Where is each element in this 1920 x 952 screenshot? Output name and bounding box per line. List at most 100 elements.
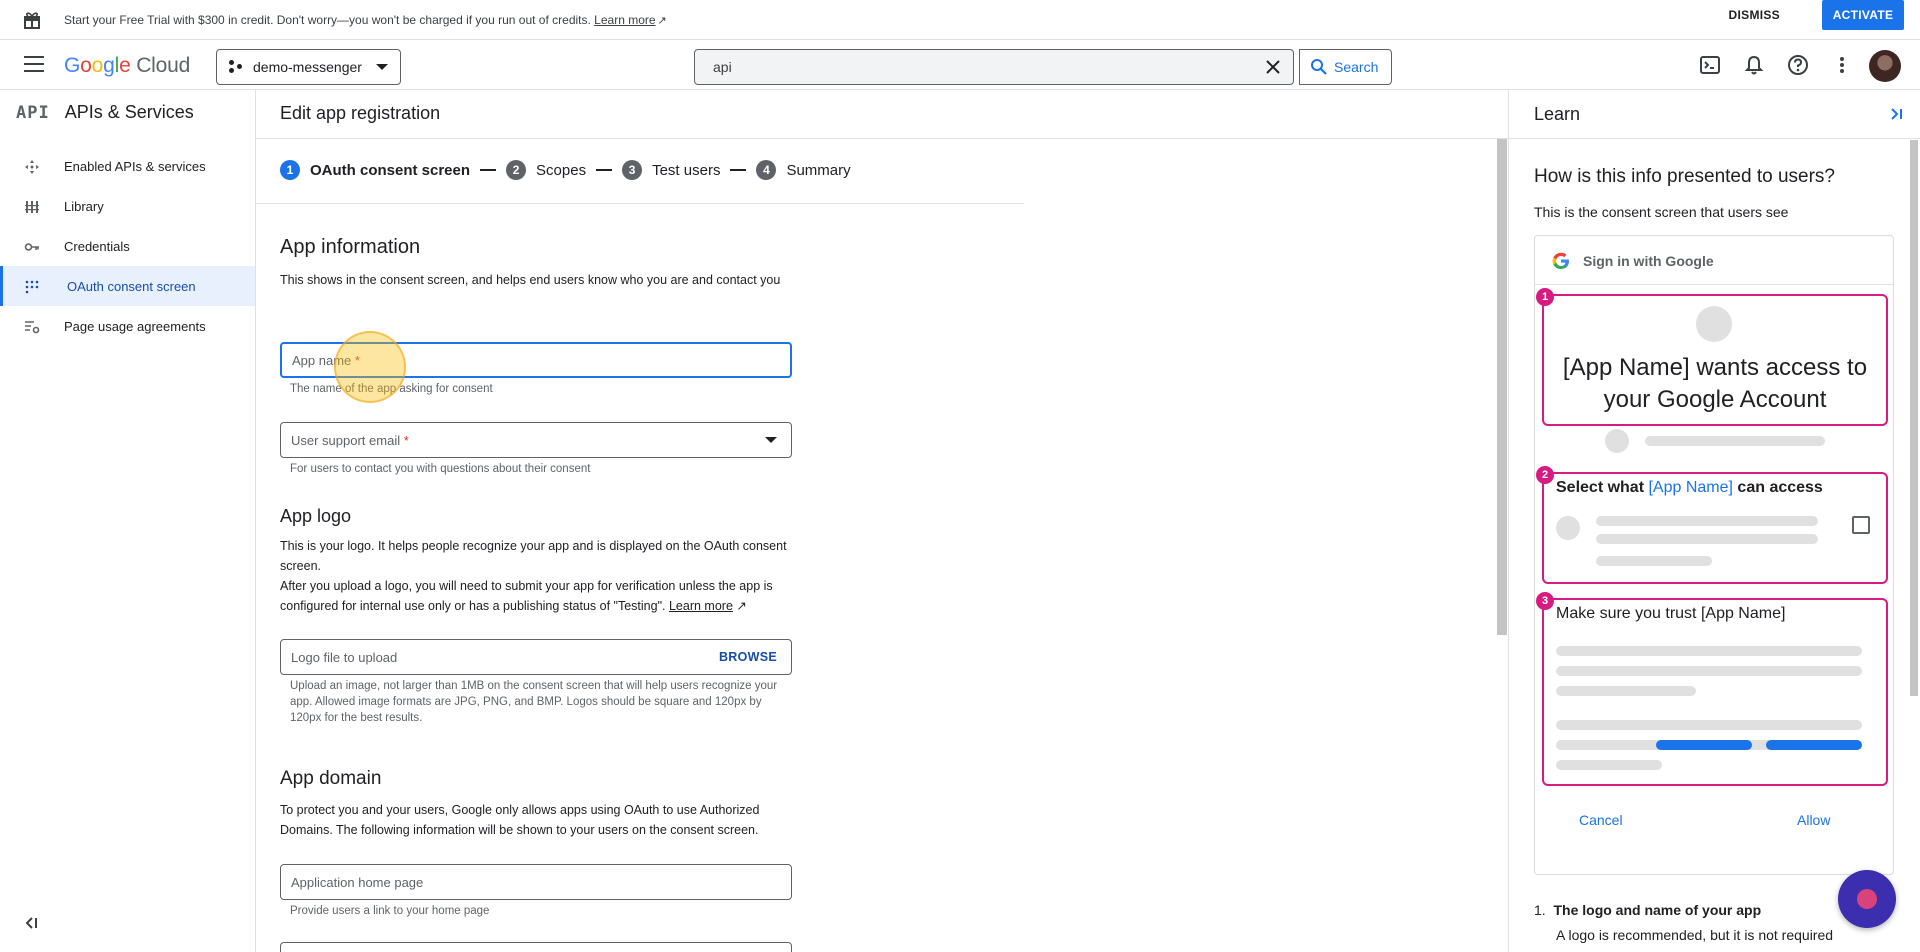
email-helper: For users to contact you with questions … [290,463,591,475]
sidebar-item-page-usage[interactable]: Page usage agreements [0,306,255,346]
search-input[interactable]: api [694,49,1294,85]
preview-cancel-button: Cancel [1579,812,1623,828]
placeholder-icon [1556,516,1580,540]
logo-google-text: Google [64,54,131,77]
preview-divider [1535,284,1893,285]
main-scrollbar[interactable] [1497,139,1507,635]
learn-scrollbar[interactable] [1910,140,1918,696]
placeholder-line [1556,720,1862,730]
placeholder-line [1556,646,1862,656]
learn-heading: How is this info presented to users? [1534,166,1835,187]
sidebar-item-label: Library [64,198,104,214]
dismiss-button[interactable]: DISMISS [1729,0,1780,30]
placeholder-line [1596,556,1712,566]
badge-3: 3 [1536,592,1554,610]
learn-panel-title: Learn [1534,104,1581,124]
notifications-icon[interactable] [1743,54,1765,76]
logo-helper: Upload an image, not larger than 1MB on … [290,680,778,724]
step-3-number: 3 [622,160,643,180]
app-logo-desc: This is your logo. It helps people recog… [280,539,787,613]
banner-learn-more-link[interactable]: Learn more [594,13,655,27]
placeholder-logo [1696,306,1732,342]
sidebar-item-label: Enabled APIs & services [64,158,206,174]
project-icon [229,60,243,74]
step-1-number: 1 [280,160,300,180]
scope-checkbox [1852,516,1870,534]
assistant-fab-button[interactable] [1838,870,1896,928]
search-button[interactable]: Search [1299,49,1392,85]
search-value: api [713,59,732,75]
app-domain-heading: App domain [280,768,382,789]
step-test-users[interactable]: Test users [652,162,720,179]
placeholder-line [1556,666,1862,676]
clear-search-icon[interactable] [1263,57,1283,77]
user-support-email-dropdown[interactable]: User support email * [280,422,792,458]
search-icon [1311,59,1327,75]
placeholder-line [1645,436,1825,446]
sidebar-item-enabled-apis[interactable]: Enabled APIs & services [0,146,255,186]
external-link-icon: ↗ [732,599,747,613]
click-indicator [334,331,406,403]
collapse-sidebar-icon[interactable] [22,914,40,932]
more-vert-icon[interactable] [1831,54,1853,76]
browse-button[interactable]: BROWSE [719,650,777,664]
application-home-page-field[interactable]: Application home page [280,864,792,900]
trust-title: Make sure you trust [App Name] [1556,605,1786,622]
step-2-number: 2 [506,160,527,180]
avatar[interactable] [1869,50,1901,82]
step-summary[interactable]: Summary [786,162,850,179]
placeholder-line [1596,516,1818,526]
logo-learn-more-link[interactable]: Learn more [669,599,733,613]
learn-divider [1509,138,1920,139]
placeholder-link [1656,740,1752,750]
highlight-box-3: 3 Make sure you trust [App Name] [1536,592,1888,786]
sidebar-item-oauth-consent[interactable]: OAuth consent screen [0,266,255,306]
search-button-label: Search [1334,59,1379,75]
app-logo-heading: App logo [280,506,352,526]
consent-screen-preview: Sign in with Google 1 [App Name] wants a… [1534,235,1894,875]
sidebar-item-label: Page usage agreements [64,318,206,334]
free-trial-banner: Start your Free Trial with $300 in credi… [0,0,1920,40]
sidebar-item-credentials[interactable]: Credentials [0,226,255,266]
app-domain-desc: To protect you and your users, Google on… [280,803,760,837]
next-field[interactable] [280,942,792,952]
stepper-divider [256,203,1024,204]
list-item-desc: A logo is recommended, but it is not req… [1556,927,1834,943]
home-page-placeholder: Application home page [291,874,424,890]
learn-panel: Learn How is this info presented to user… [1508,90,1920,952]
key-icon [24,243,39,251]
badge-2: 2 [1536,466,1554,484]
main-menu-icon[interactable] [24,56,44,72]
help-icon[interactable] [1787,54,1809,76]
assistant-icon [1857,889,1877,909]
page-title: Edit app registration [280,103,441,123]
step-scopes[interactable]: Scopes [536,162,586,179]
title-divider [256,138,1508,139]
close-panel-icon[interactable] [1886,104,1906,124]
step-4-number: 4 [756,160,777,180]
cloud-shell-icon[interactable] [1699,54,1721,76]
sidebar-title: APIs & Services [64,102,194,122]
placeholder-avatar [1605,429,1629,453]
external-link-icon: ↗ [657,14,667,27]
gift-icon [24,11,40,29]
project-selector[interactable]: demo-messenger [216,49,401,85]
chevron-down-icon [376,64,388,70]
app-access-title: [App Name] wants access to your Google A… [1562,354,1868,413]
select-access-title: Select what [App Name] can access [1556,479,1823,496]
logo-cloud-text: Cloud [136,54,191,77]
app-information-desc: This shows in the consent screen, and he… [280,273,781,287]
sidebar-item-library[interactable]: Library [0,186,255,226]
preview-header: Sign in with Google [1551,251,1714,271]
placeholder-line [1556,760,1662,770]
step-oauth-consent[interactable]: OAuth consent screen [310,162,470,179]
preview-allow-button: Allow [1797,812,1831,828]
learn-list-item: 1. The logo and name of your app [1534,902,1762,918]
banner-message: Start your Free Trial with $300 in credi… [64,12,667,27]
logo-placeholder: Logo file to upload [291,649,398,665]
google-cloud-logo[interactable]: Google Cloud [64,54,190,78]
left-sidebar: API APIs & Services Enabled APIs & servi… [0,90,256,952]
logo-upload-field[interactable]: Logo file to upload BROWSE [280,639,792,675]
activate-button[interactable]: ACTIVATE [1822,0,1904,30]
signin-label: Sign in with Google [1583,253,1714,269]
